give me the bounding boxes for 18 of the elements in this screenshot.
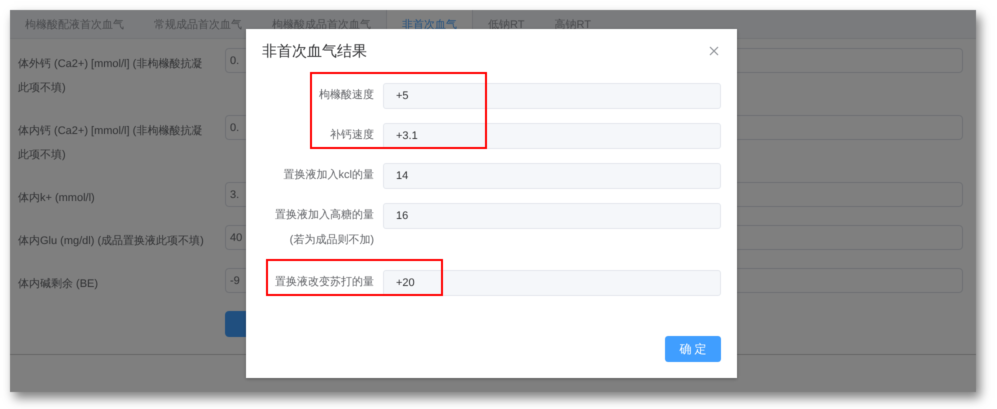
field-label: 置换液改变苏打的量 xyxy=(274,274,374,290)
field-label: 体内钙 (Ca2+) [mmol/l] (非枸橼酸抗凝此项不填) xyxy=(18,124,204,163)
field-label: 置换液加入kcl的量 xyxy=(282,168,374,183)
field-label: 体内k+ (mmol/l) xyxy=(18,191,96,206)
confirm-button[interactable]: 确 定 xyxy=(665,336,721,362)
field-label: 置换液加入高糖的量(若为成品则不加) xyxy=(274,208,374,248)
dialog-title: 非首次血气结果 xyxy=(262,42,367,60)
input-field[interactable]: +20 xyxy=(383,270,721,296)
field-label: 体内碱剩余 (BE) xyxy=(18,277,100,292)
input-field[interactable]: +5 xyxy=(383,83,721,109)
input-field[interactable]: +3.1 xyxy=(383,123,721,149)
field-label: 枸橼酸速度 xyxy=(318,88,374,103)
field-label: 补钙速度 xyxy=(329,128,374,143)
close-icon[interactable] xyxy=(709,46,719,56)
field-label: 体内Glu (mg/dl) (成品置换液此项不填) xyxy=(18,234,205,249)
input-field[interactable]: 16 xyxy=(383,203,721,229)
input-field[interactable]: 14 xyxy=(383,163,721,189)
field-label: 体外钙 (Ca2+) [mmol/l] (非枸橼酸抗凝此项不填) xyxy=(18,57,204,96)
